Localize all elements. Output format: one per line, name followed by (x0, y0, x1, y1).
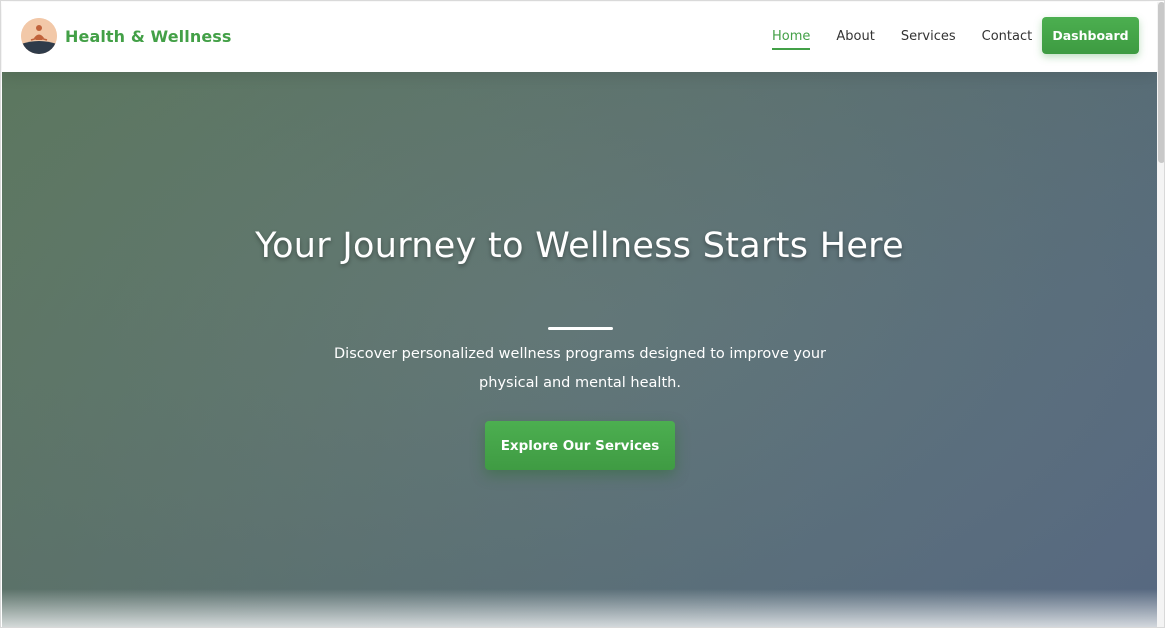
nav-link-home[interactable]: Home (772, 29, 811, 50)
nav-link-services[interactable]: Services (901, 29, 956, 48)
browser-viewport: Health & Wellness Home About Services Co… (0, 0, 1165, 628)
dashboard-button[interactable]: Dashboard (1042, 17, 1139, 54)
page-scrollbar[interactable] (1157, 2, 1164, 627)
top-navbar: Health & Wellness Home About Services Co… (2, 2, 1157, 72)
hero-subtitle: Discover personalized wellness programs … (334, 346, 826, 391)
main-nav: Home About Services Contact (772, 29, 1058, 50)
nav-link-contact[interactable]: Contact (982, 29, 1033, 48)
hero-section: Your Journey to Wellness Starts Here Dis… (2, 72, 1157, 627)
nav-link-about[interactable]: About (836, 29, 874, 48)
brand-name: Health & Wellness (65, 26, 232, 46)
hero-divider (548, 327, 613, 330)
scrollbar-thumb[interactable] (1158, 2, 1164, 163)
meditation-logo-icon (21, 18, 57, 54)
hero-title: Your Journey to Wellness Starts Here (255, 226, 904, 266)
hero-bottom-fade (2, 589, 1157, 627)
brand-logo-link[interactable]: Health & Wellness (21, 17, 232, 55)
explore-services-button[interactable]: Explore Our Services (485, 421, 675, 470)
